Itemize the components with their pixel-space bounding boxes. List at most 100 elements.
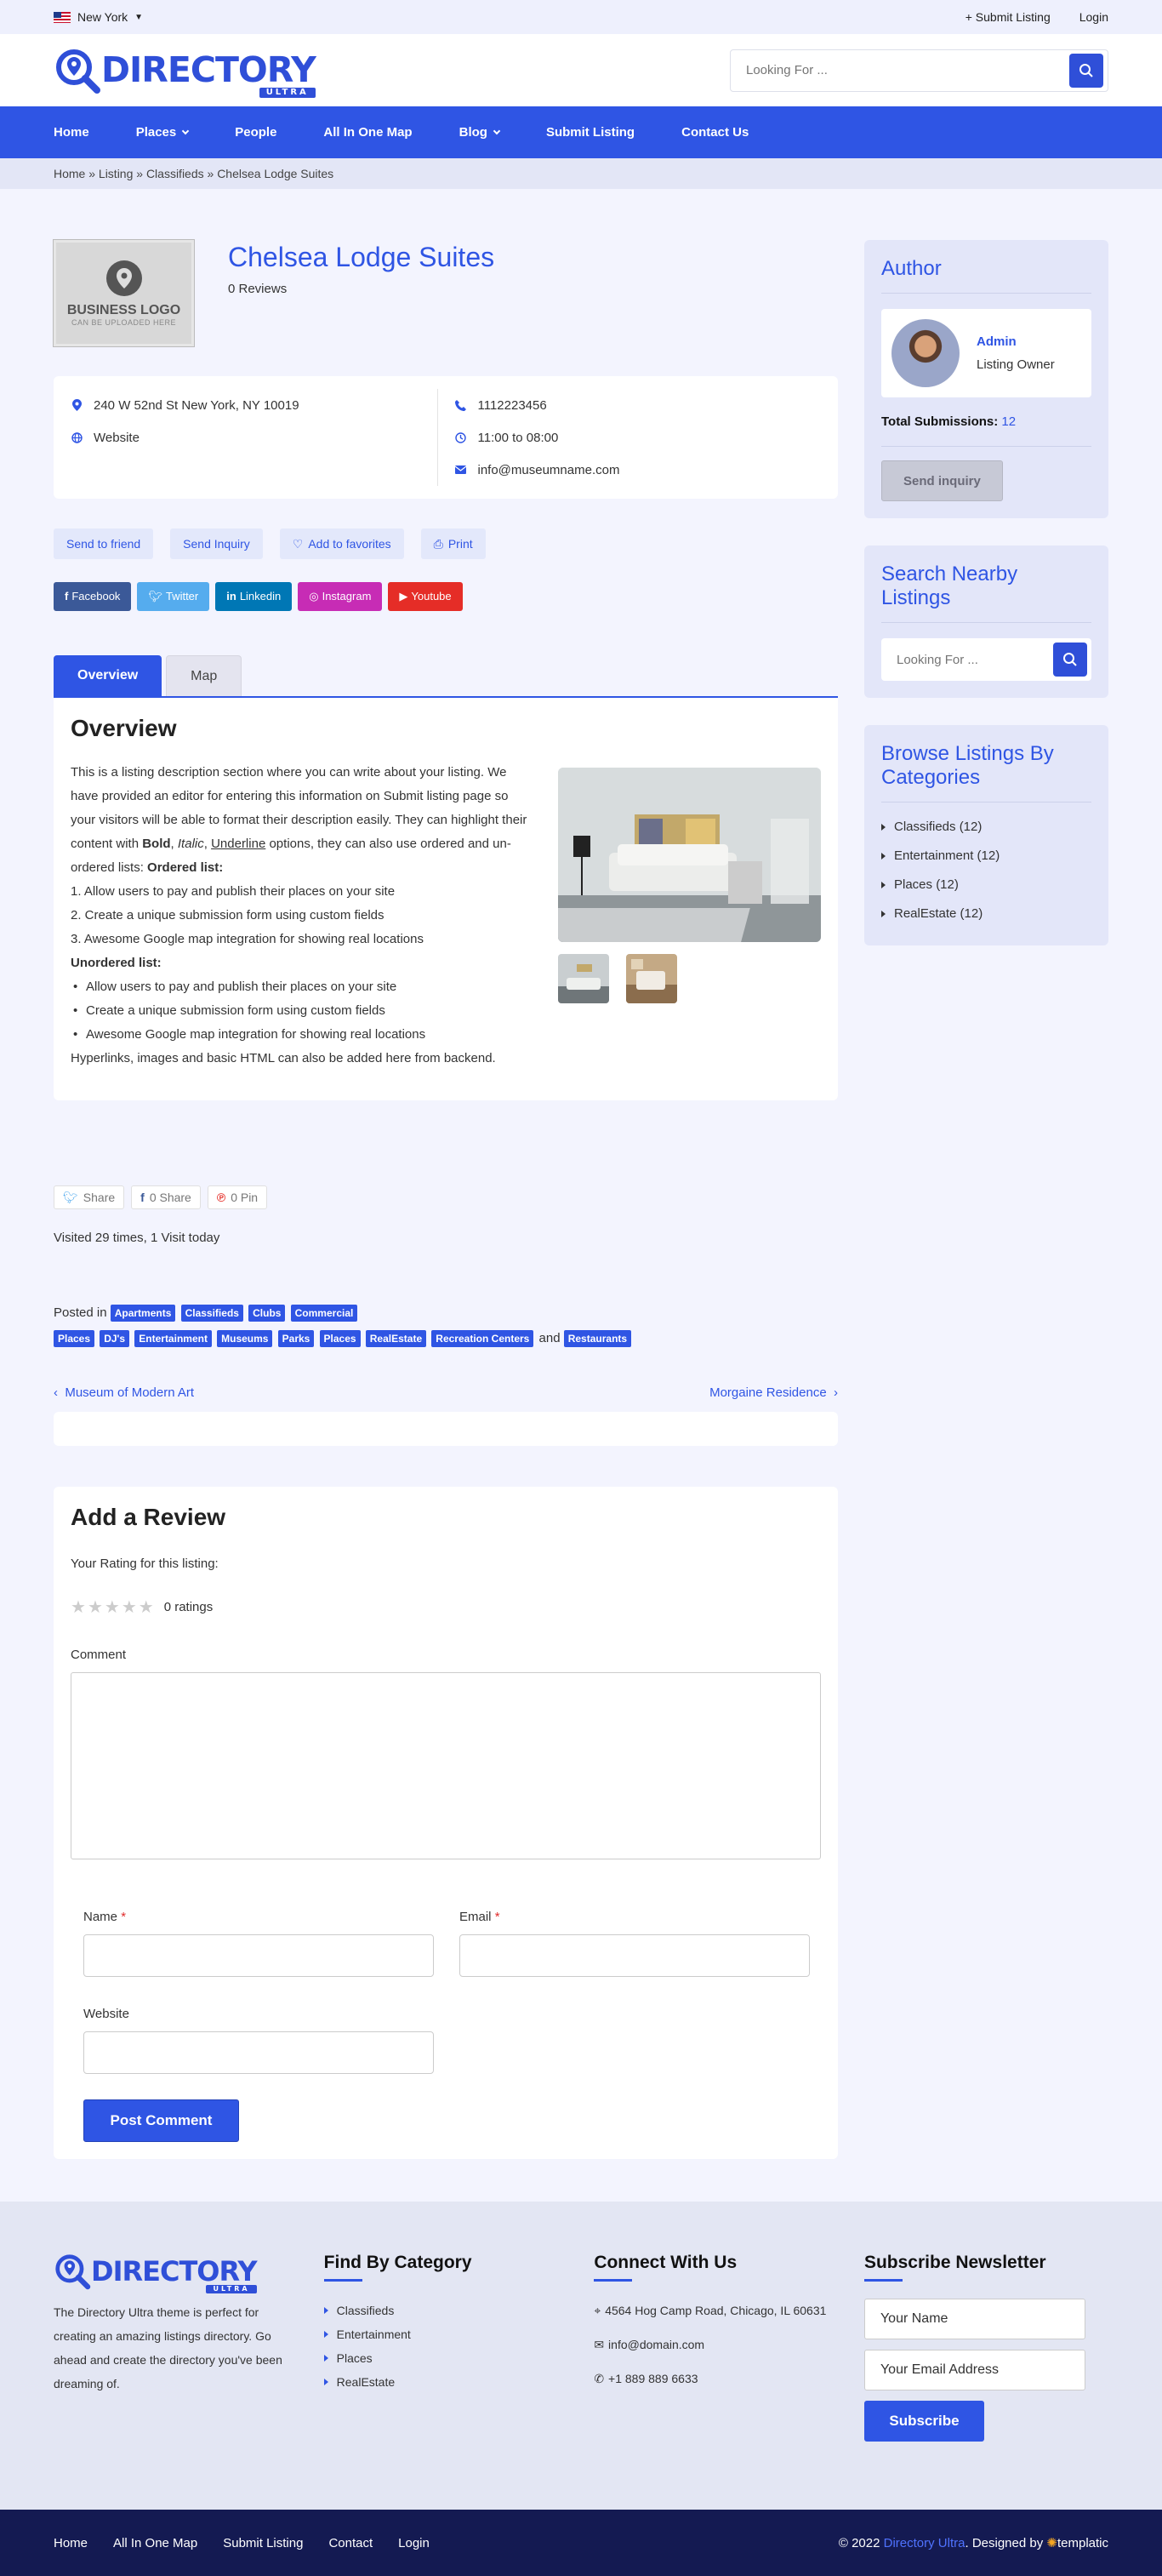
tab-map[interactable]: Map — [166, 655, 242, 696]
subscribe-button[interactable]: Subscribe — [863, 2401, 984, 2442]
thumbnail-2[interactable] — [626, 954, 677, 1003]
add-to-favorites-button[interactable]: ♡ Add to favorites — [279, 528, 404, 559]
category-tag[interactable]: Museums — [217, 1330, 273, 1347]
thumbnail-strip — [558, 954, 821, 1003]
pinterest-pin-button[interactable]: ℗ 0 Pin — [207, 1185, 268, 1209]
twitter-button[interactable]: 🐦︎ Twitter — [137, 582, 210, 611]
phone-link[interactable]: 1112223456 — [478, 398, 547, 413]
submissions-count[interactable]: 12 — [1001, 414, 1016, 429]
nav-blog[interactable]: Blog — [459, 125, 501, 140]
star-rating[interactable]: ★ ★ ★ ★ ★ 0 ratings — [71, 1596, 821, 1618]
star-icon[interactable]: ★ — [139, 1596, 154, 1618]
star-icon[interactable]: ★ — [122, 1596, 137, 1618]
website-input[interactable] — [83, 2031, 434, 2074]
footer-link-submit[interactable]: Submit Listing — [223, 2536, 303, 2550]
category-tag[interactable]: RealEstate — [365, 1330, 427, 1347]
website-label: Website — [83, 2007, 129, 2021]
printer-icon: ⎙ — [433, 537, 443, 551]
category-tag[interactable]: Places — [319, 1330, 361, 1347]
nav-contact-us[interactable]: Contact Us — [681, 125, 749, 140]
comment-textarea[interactable] — [71, 1672, 821, 1859]
category-tag[interactable]: Commercial — [290, 1305, 358, 1322]
brand-link[interactable]: Directory Ultra — [884, 2536, 965, 2550]
instagram-button[interactable]: ◎ Instagram — [298, 582, 383, 611]
nearby-search-button[interactable] — [1053, 643, 1087, 677]
category-item[interactable]: Places (12) — [881, 871, 1091, 900]
site-logo[interactable]: DIRECTORY ULTRA — [54, 47, 316, 98]
category-item[interactable]: Classifieds (12) — [881, 813, 1091, 842]
chevron-left-icon: ‹ — [54, 1385, 58, 1400]
footer-category-label: Classifieds — [336, 2304, 395, 2317]
category-tag[interactable]: Recreation Centers — [431, 1330, 534, 1347]
rating-label: Your Rating for this listing: — [71, 1556, 219, 1571]
facebook-share-button[interactable]: f 0 Share — [131, 1185, 201, 1209]
footer-email[interactable]: ✉ info@domain.com — [594, 2333, 838, 2356]
list-item: Awesome Google map integration for showi… — [71, 1023, 528, 1047]
tab-overview[interactable]: Overview — [54, 655, 162, 696]
linkedin-button[interactable]: in Linkedin — [215, 582, 293, 611]
footer-link-home[interactable]: Home — [54, 2536, 88, 2550]
footer-category-item[interactable]: Places — [323, 2346, 568, 2370]
newsletter-name-input[interactable]: Your Name — [863, 2299, 1085, 2339]
next-listing-link[interactable]: Morgaine Residence › — [709, 1385, 838, 1400]
footer-category-item[interactable]: Classifieds — [323, 2299, 568, 2322]
list-item: 2. Create a unique submission form using… — [71, 908, 384, 922]
nav-all-in-one-map[interactable]: All In One Map — [323, 125, 412, 140]
header-search-input[interactable] — [746, 63, 1069, 77]
post-comment-button[interactable]: Post Comment — [83, 2099, 239, 2142]
review-count[interactable]: 0 Reviews — [228, 282, 494, 296]
website-link[interactable]: Website — [94, 431, 140, 445]
footer-logo[interactable]: DIRECTORY ULTRA — [54, 2253, 298, 2293]
footer-phone[interactable]: ✆ +1 889 889 6633 — [594, 2367, 838, 2390]
nearby-search-input[interactable] — [897, 652, 1053, 667]
footer-link-login[interactable]: Login — [398, 2536, 430, 2550]
twitter-share-button[interactable]: 🐦︎ Share — [54, 1185, 125, 1209]
category-tag[interactable]: Places — [54, 1330, 95, 1347]
category-item[interactable]: RealEstate (12) — [881, 900, 1091, 928]
and-text: and — [538, 1331, 561, 1345]
thumbnail-1[interactable] — [558, 954, 609, 1003]
envelope-icon — [455, 464, 467, 476]
nav-places[interactable]: Places — [135, 125, 190, 140]
footer-link-map[interactable]: All In One Map — [113, 2536, 197, 2550]
category-tag[interactable]: Classifieds — [180, 1305, 243, 1322]
breadcrumb[interactable]: Home » Listing » Classifieds » Chelsea L… — [54, 158, 1108, 189]
total-submissions: Total Submissions: 12 — [881, 397, 1091, 447]
submit-listing-link[interactable]: + Submit Listing — [965, 10, 1051, 24]
name-input[interactable] — [83, 1934, 434, 1977]
nav-people[interactable]: People — [235, 125, 276, 140]
footer-category-item[interactable]: RealEstate — [323, 2370, 568, 2394]
footer-category-item[interactable]: Entertainment — [323, 2322, 568, 2346]
login-link[interactable]: Login — [1079, 10, 1108, 24]
star-icon[interactable]: ★ — [71, 1596, 86, 1618]
category-tag[interactable]: Parks — [277, 1330, 315, 1347]
header-search-button[interactable] — [1069, 53, 1103, 88]
main-listing-photo[interactable] — [558, 768, 821, 942]
category-tag[interactable]: Clubs — [248, 1305, 286, 1322]
author-name-link[interactable]: Admin — [977, 334, 1017, 349]
category-tag[interactable]: Apartments — [110, 1305, 176, 1322]
youtube-button[interactable]: ▶ Youtube — [388, 582, 463, 611]
facebook-button[interactable]: f Facebook — [54, 582, 132, 611]
footer-link-contact[interactable]: Contact — [328, 2536, 373, 2550]
avatar[interactable] — [891, 319, 960, 387]
city-selector[interactable]: New York ▼ — [54, 10, 143, 24]
nav-label: Places — [135, 125, 177, 140]
templatic-link[interactable]: templatic — [1057, 2536, 1108, 2550]
previous-listing-link[interactable]: ‹ Museum of Modern Art — [54, 1385, 194, 1400]
email-link[interactable]: info@museumname.com — [478, 463, 620, 477]
send-inquiry-sidebar-button[interactable]: Send inquiry — [881, 460, 1003, 501]
nav-home[interactable]: Home — [54, 125, 89, 140]
category-tag[interactable]: DJ's — [100, 1330, 130, 1347]
send-inquiry-button[interactable]: Send Inquiry — [170, 528, 263, 559]
email-input[interactable] — [459, 1934, 810, 1977]
newsletter-email-input[interactable]: Your Email Address — [863, 2350, 1085, 2390]
send-to-friend-button[interactable]: Send to friend — [54, 528, 154, 559]
nav-submit-listing[interactable]: Submit Listing — [546, 125, 635, 140]
star-icon[interactable]: ★ — [105, 1596, 120, 1618]
star-icon[interactable]: ★ — [88, 1596, 103, 1618]
category-item[interactable]: Entertainment (12) — [881, 842, 1091, 871]
category-tag[interactable]: Entertainment — [134, 1330, 212, 1347]
print-button[interactable]: ⎙ Print — [420, 528, 486, 559]
category-tag[interactable]: Restaurants — [563, 1330, 632, 1347]
